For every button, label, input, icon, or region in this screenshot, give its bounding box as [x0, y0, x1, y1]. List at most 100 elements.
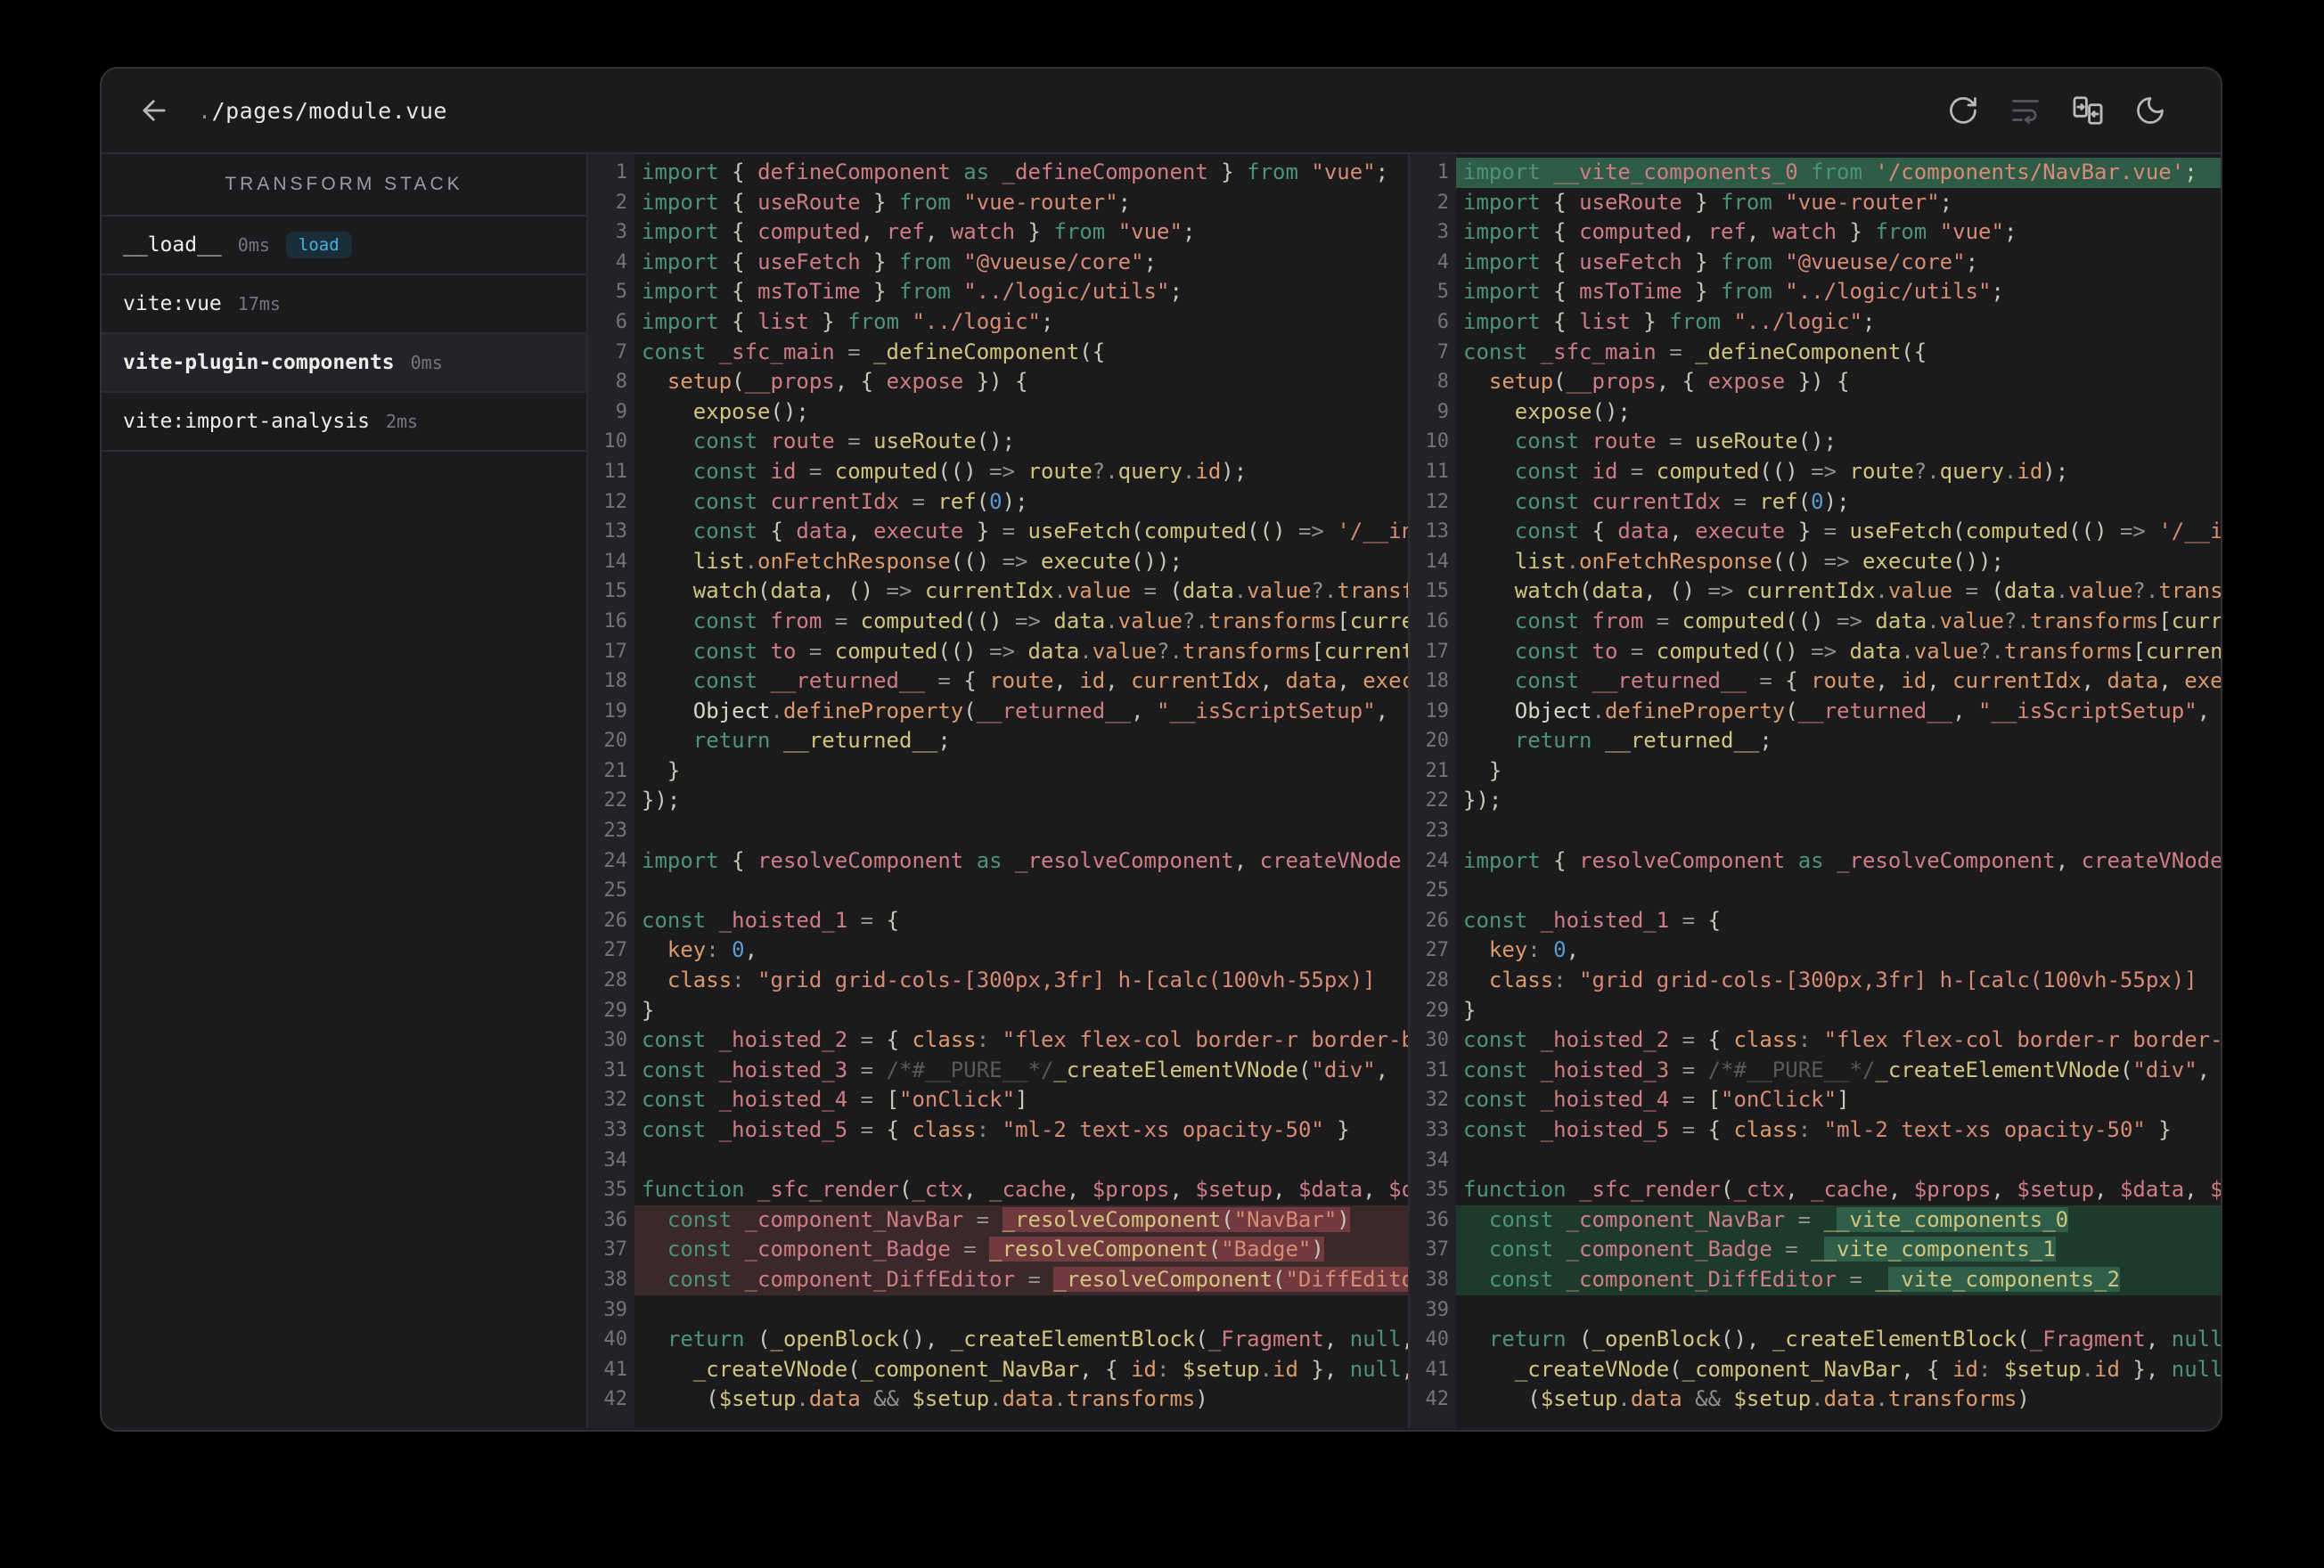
- line-number: 32: [603, 1089, 628, 1112]
- code-text: import { defineComponent as _defineCompo…: [642, 159, 1389, 184]
- line-number: 1: [1436, 161, 1449, 184]
- line-number: 23: [1425, 820, 1450, 843]
- sidebar-item-vite-vue[interactable]: vite:vue 17ms: [102, 275, 586, 334]
- code-line: 22});: [588, 786, 1408, 816]
- code-line: 8 setup(__props, { expose }) {: [1410, 367, 2221, 397]
- sidebar-item-vite-import-analysis[interactable]: vite:import-analysis 2ms: [102, 393, 586, 452]
- code-text: const _sfc_main = _defineComponent({: [1463, 339, 1927, 364]
- code-line: 9 expose();: [1410, 397, 2221, 428]
- code-text: }: [642, 757, 681, 783]
- line-number: 12: [603, 490, 628, 513]
- code-line: 25: [1410, 876, 2221, 906]
- diff-pane-after[interactable]: 1 import __vite_components_0 from '/compo…: [1410, 154, 2221, 1428]
- code-line: 21 }: [588, 756, 1408, 787]
- line-number: 7: [1436, 340, 1449, 363]
- code-text: const id = computed(() => route?.query.i…: [642, 458, 1248, 484]
- line-number: 20: [1425, 730, 1450, 753]
- code-text: const from = computed(() => data.value?.…: [1463, 608, 2221, 633]
- code-line: 6 import { list } from "../logic";: [588, 307, 1408, 338]
- code-line: 20 return __returned__;: [1410, 726, 2221, 756]
- code-line: 17 const to = computed(() => data.value?…: [588, 637, 1409, 667]
- refresh-button[interactable]: [1932, 94, 1994, 127]
- code-line: 32 const _hoisted_4 = ["onClick"]: [1410, 1085, 2221, 1115]
- code-line: 29}: [588, 996, 1408, 1026]
- line-number: 42: [603, 1388, 628, 1411]
- title-dot: .: [198, 97, 212, 124]
- code-line: 30 const _hoisted_2 = { class: "flex flex…: [588, 1025, 1409, 1056]
- main-area: TRANSFORM STACK __load__ 0ms load vite:vue 1…: [102, 154, 2221, 1428]
- back-button[interactable]: [137, 94, 171, 127]
- line-number: 38: [603, 1268, 628, 1291]
- code-line: 41 _createVNode(_component_NavBar, { id:…: [588, 1355, 1409, 1385]
- code-text: }: [1463, 997, 1477, 1023]
- line-number: 30: [1425, 1029, 1450, 1052]
- code-line: 10 const route = useRoute();: [1410, 427, 2221, 457]
- line-number: 42: [1425, 1388, 1450, 1411]
- code-line: 1 import __vite_components_0 from '/compo…: [1410, 158, 2221, 188]
- code-text: const from = computed(() => data.value?.…: [642, 608, 1408, 633]
- code-line: 2 import { useRoute } from "vue-router";: [1410, 188, 2221, 218]
- code-line: 42 ($setup.data && $setup.data.transform…: [588, 1384, 1408, 1415]
- code-text: });: [642, 788, 681, 813]
- line-number: 14: [1425, 550, 1450, 573]
- code-text: import { msToTime } from "../logic/utils…: [1463, 279, 2004, 305]
- plugin-time: 2ms: [385, 411, 419, 432]
- code-line: 29}: [1410, 996, 2221, 1026]
- line-number: 28: [1425, 969, 1450, 992]
- side-by-side-diff-button[interactable]: [2057, 94, 2119, 127]
- code-text: const _hoisted_2 = { class: "flex flex-c…: [642, 1027, 1408, 1053]
- line-number: 28: [603, 969, 628, 992]
- line-number: 25: [1425, 879, 1450, 902]
- line-number: 12: [1425, 490, 1450, 513]
- line-number: 33: [1425, 1119, 1450, 1141]
- code-line: 5 import { msToTime } from "../logic/util…: [588, 277, 1408, 307]
- code-text: watch(data, () => currentIdx.value = (da…: [1463, 578, 2221, 604]
- theme-toggle-button[interactable]: [2119, 94, 2181, 127]
- code-text: const _hoisted_3 = /*#__PURE__*/_createE…: [1463, 1057, 2221, 1082]
- arrow-left-icon: [143, 100, 166, 121]
- line-number: 25: [603, 879, 628, 902]
- code-text: import { computed, ref, watch } from "vu…: [642, 219, 1196, 245]
- code-text: const _hoisted_4 = ["onClick"]: [642, 1087, 1028, 1113]
- code-line: 26 const _hoisted_1 = {: [588, 906, 1408, 936]
- code-line: 31 const _hoisted_3 = /*#__PURE__*/_creat…: [588, 1056, 1408, 1086]
- code-line: 37 const _component_Badge = __vite_compo…: [1410, 1235, 2221, 1265]
- line-number: 4: [615, 250, 627, 274]
- line-number: 2: [615, 191, 627, 214]
- line-number: 1: [615, 161, 627, 184]
- code-line: 10 const route = useRoute();: [588, 427, 1408, 457]
- code-line: 11 const id = computed(() => route?.quer…: [588, 457, 1408, 487]
- code-text: import { list } from "../logic";: [642, 308, 1054, 334]
- sidebar-item-vite-plugin-components[interactable]: vite-plugin-components 0ms: [102, 334, 586, 393]
- code-line: 24 import { resolveComponent as _resolveC…: [588, 846, 1408, 877]
- code-line: 31 const _hoisted_3 = /*#__PURE__*/_creat…: [1410, 1056, 2221, 1086]
- code-text: const to = computed(() => data.value?.tr…: [642, 638, 1408, 664]
- code-text: const _component_DiffEditor = _resolveCo…: [634, 1264, 1408, 1295]
- line-number: 3: [1436, 221, 1449, 244]
- line-number: 31: [603, 1058, 628, 1082]
- code-text: const _hoisted_1 = {: [642, 907, 900, 933]
- code-text: const _hoisted_4 = ["onClick"]: [1463, 1087, 1850, 1113]
- code-text: }: [1463, 757, 1502, 783]
- moon-icon: [2137, 97, 2164, 124]
- code-text: return (_openBlock(), _createElementBloc…: [1463, 1327, 2221, 1352]
- code-line: 4 import { useFetch } from "@vueuse/core"…: [588, 248, 1408, 278]
- line-number: 35: [1425, 1179, 1450, 1202]
- load-badge: load: [285, 232, 352, 258]
- code-line: 35 function _sfc_render(_ctx, _cache, $pr…: [1410, 1175, 2222, 1205]
- code-line: 4 import { useFetch } from "@vueuse/core"…: [1410, 248, 2221, 278]
- line-number: 21: [603, 759, 628, 782]
- code-line: 20 return __returned__;: [588, 726, 1408, 756]
- line-number: 31: [1425, 1058, 1450, 1082]
- sidebar-header: TRANSFORM STACK: [102, 154, 586, 216]
- code-text: const _hoisted_1 = {: [1463, 907, 1722, 933]
- code-line: 37 const _component_Badge = _resolveComp…: [588, 1235, 1408, 1265]
- sidebar-item-load[interactable]: __load__ 0ms load: [102, 216, 586, 275]
- split-diff-icon: [2073, 96, 2103, 125]
- line-wrap-button[interactable]: [1994, 94, 2057, 127]
- diff-pane-before[interactable]: 1 import { defineComponent as _defineComp…: [588, 154, 1408, 1428]
- line-number: 11: [603, 460, 628, 483]
- code-line: 17 const to = computed(() => data.value?…: [1410, 637, 2222, 667]
